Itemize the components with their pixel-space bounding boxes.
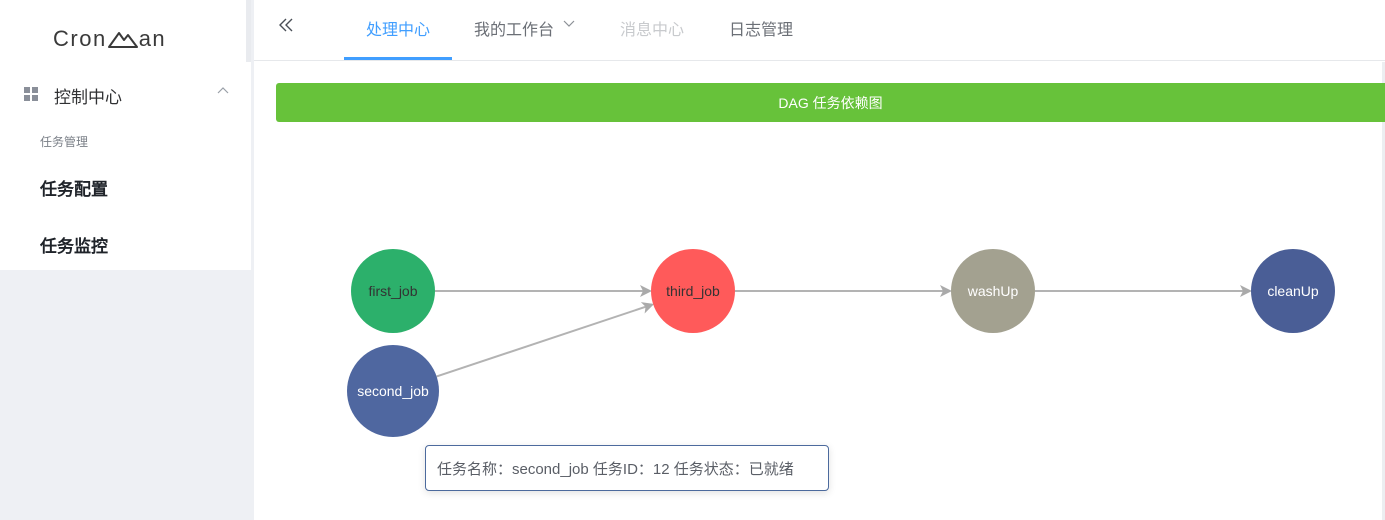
dag-node-washUp[interactable]: washUp bbox=[951, 249, 1035, 333]
dag-node-label: third_job bbox=[666, 283, 720, 299]
dag-graph: first_job second_job third_job washUp cleanU… bbox=[347, 249, 1335, 437]
dag-node-label: cleanUp bbox=[1267, 283, 1319, 299]
dag-node-second_job[interactable]: second_job bbox=[347, 345, 439, 437]
dag-node-cleanUp[interactable]: cleanUp bbox=[1251, 249, 1335, 333]
dag-node-label: first_job bbox=[368, 283, 417, 299]
dag-node-third_job[interactable]: third_job bbox=[651, 249, 735, 333]
dag-node-first_job[interactable]: first_job bbox=[351, 249, 435, 333]
dag-node-label: second_job bbox=[357, 383, 429, 399]
node-tooltip: 任务名称：second_job 任务ID：12 任务状态：已就绪 bbox=[425, 445, 829, 491]
dag-edge-second_job-to-third_job bbox=[436, 302, 655, 378]
dag-node-label: washUp bbox=[967, 283, 1019, 299]
tooltip-text: 任务名称：second_job 任务ID：12 任务状态：已就绪 bbox=[437, 460, 794, 478]
